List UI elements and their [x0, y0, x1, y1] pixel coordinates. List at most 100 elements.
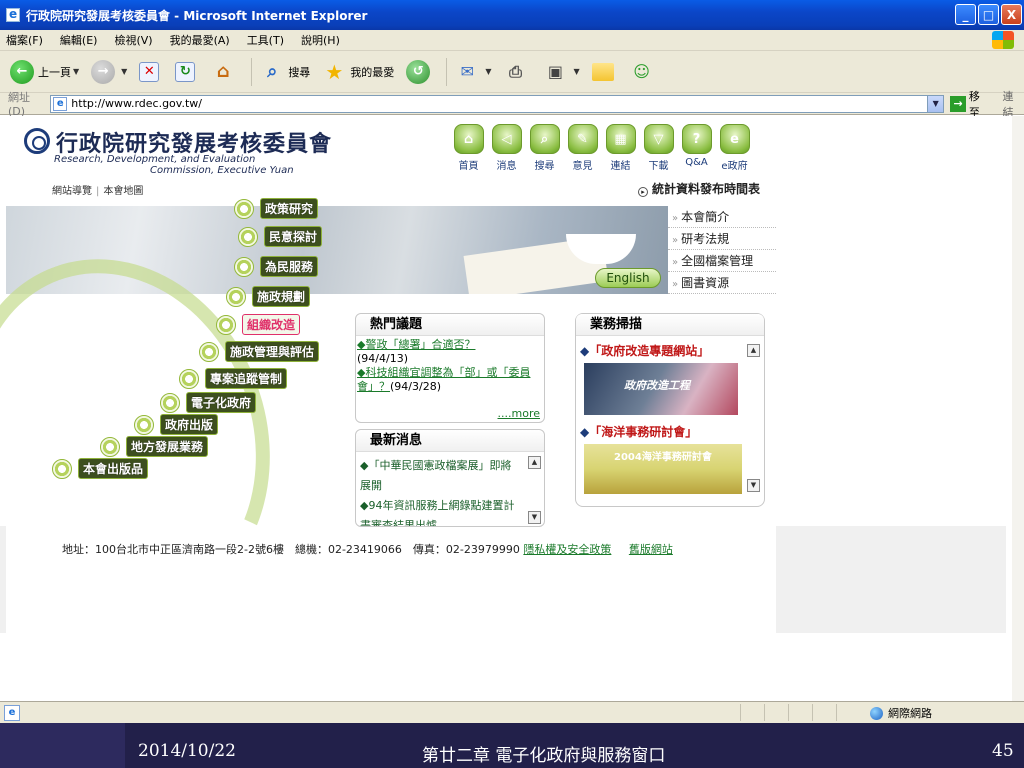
close-button[interactable]: X — [1001, 4, 1022, 25]
back-button[interactable]: ← 上一頁 ▼ — [10, 59, 79, 84]
right-link-regulations[interactable]: » 研考法規 — [668, 228, 776, 250]
menu-publications[interactable]: 政府出版 — [134, 414, 219, 435]
menu-org-reform[interactable]: 組織改造 — [216, 314, 301, 335]
nav-news[interactable]: ◁ 消息 — [490, 124, 523, 172]
business-item-2[interactable]: ◆「海洋事務研討會」 — [580, 423, 760, 440]
forward-button[interactable]: → ▼ — [91, 59, 127, 84]
right-link-archives[interactable]: » 全國檔案管理 — [668, 250, 776, 272]
menu-public-opinion[interactable]: 民意探討 — [238, 226, 323, 247]
menu-local-development[interactable]: 地方發展業務 — [100, 436, 209, 457]
play-circle-icon: ▸ — [637, 187, 648, 197]
diamond-icon: ◆ — [580, 344, 590, 358]
stats-schedule-link[interactable]: ▸ 統計資料發布時間表 — [637, 180, 760, 197]
nav-feedback[interactable]: ✎ 意見 — [566, 124, 599, 172]
forward-dropdown-icon[interactable]: ▼ — [121, 67, 127, 76]
menu-label: 電子化政府 — [186, 392, 257, 413]
scroll-down-icon[interactable]: ▼ — [747, 479, 760, 492]
print-button[interactable]: ⎙ — [503, 60, 531, 84]
hot-topics-title: 熱門議題 — [356, 314, 544, 336]
old-site-link[interactable]: 舊版網站 — [629, 543, 673, 556]
nav-qa[interactable]: ? Q&A — [680, 124, 713, 172]
back-label: 上一頁 — [38, 65, 71, 79]
menu-rdec-publications[interactable]: 本會出版品 — [52, 458, 149, 479]
business-item-1[interactable]: ◆「政府改造專題網站」 — [580, 342, 760, 359]
go-arrow-icon: → — [950, 95, 966, 112]
contact-info: 地址：100台北市中正區濟南路一段2-2號6樓 總機：02-23419066 傳… — [62, 543, 520, 556]
menu-view[interactable]: 檢視(V) — [114, 32, 152, 48]
slide-date: 2014/10/22 — [138, 741, 236, 761]
go-button[interactable]: → 移至 — [950, 88, 990, 120]
news-item[interactable]: ◆「中華民國憲政檔案展」即將展開 — [360, 456, 522, 496]
ring-icon — [52, 458, 72, 479]
hot-topic-link-1[interactable]: ◆警政「總署」合適否？ — [357, 338, 475, 351]
ring-icon — [226, 286, 246, 307]
address-url[interactable]: http://www.rdec.gov.tw/ — [71, 97, 202, 110]
address-input[interactable]: e http://www.rdec.gov.tw/ ▼ — [50, 94, 945, 113]
page-scrollbar[interactable] — [1012, 116, 1024, 701]
right-link-about[interactable]: » 本會簡介 — [668, 206, 776, 228]
nav-egov[interactable]: e e政府 — [718, 124, 751, 172]
menu-help[interactable]: 說明(H) — [301, 32, 340, 48]
maximize-button[interactable]: □ — [978, 4, 999, 25]
links-label[interactable]: 連結 — [1002, 88, 1024, 120]
messenger-button[interactable]: ☺ — [630, 60, 658, 84]
right-link-library[interactable]: » 圖書資源 — [668, 272, 776, 294]
nav-home[interactable]: ⌂ 首頁 — [452, 124, 485, 172]
edit-dropdown-icon[interactable]: ▼ — [573, 67, 579, 76]
rdec-logo-icon — [24, 128, 50, 154]
business-scrollbar[interactable]: ▲ ▼ — [747, 344, 760, 492]
ocean-affairs-banner[interactable]: 2004海洋事務研討會 — [584, 444, 742, 494]
favorites-label: 我的最愛 — [350, 65, 395, 79]
mail-button[interactable]: ✉ ▼ — [455, 60, 492, 84]
latest-news-body: ◆「中華民國憲政檔案展」即將展開 ◆94年資訊服務上網錄點建置計畫審查結果出爐 — [356, 452, 544, 526]
privacy-policy-link[interactable]: 隱私權及安全政策 — [523, 543, 611, 556]
news-item[interactable]: ◆94年資訊服務上網錄點建置計畫審查結果出爐 — [360, 496, 522, 526]
status-cells — [740, 704, 860, 721]
scroll-up-icon[interactable]: ▲ — [747, 344, 760, 357]
news-scrollbar[interactable]: ▲ ▼ — [528, 456, 541, 524]
edit-button[interactable]: ▣ ▼ — [543, 60, 580, 84]
right-links: » 本會簡介 » 研考法規 » 全國檔案管理 » 圖書資源 — [668, 206, 776, 294]
nav-download[interactable]: ▽ 下載 — [642, 124, 675, 172]
logo-subtitle-2: Commission, Executive Yuan — [150, 165, 294, 176]
menu-policy-research[interactable]: 政策研究 — [234, 198, 319, 219]
menu-favorites[interactable]: 我的最愛(A) — [170, 32, 230, 48]
mail-dropdown-icon[interactable]: ▼ — [485, 67, 491, 76]
slide-footer: 2014/10/22 第廿二章 電子化政府與服務窗口 45 — [0, 723, 1024, 768]
hot-topic-link-2[interactable]: ◆科技組織宜調整為「部」或「委員會」？ — [357, 366, 530, 393]
menu-project-tracking[interactable]: 專案追蹤管制 — [179, 368, 288, 389]
gov-reform-banner-text: 政府改造工程 — [624, 379, 690, 392]
messenger-icon: ☺ — [633, 62, 650, 81]
scroll-up-icon[interactable]: ▲ — [528, 456, 541, 469]
refresh-button[interactable]: ↻ — [175, 61, 199, 82]
gov-reform-banner[interactable]: 政府改造工程 — [584, 363, 738, 415]
hot-topics-more-link[interactable]: ....more — [498, 407, 540, 420]
nav-label: 搜尋 — [534, 161, 555, 172]
menu-planning[interactable]: 施政規劃 — [226, 286, 311, 307]
menu-edit[interactable]: 編輯(E) — [60, 32, 98, 48]
back-dropdown-icon[interactable]: ▼ — [73, 67, 79, 76]
address-dropdown-icon[interactable]: ▼ — [927, 95, 944, 112]
nav-links[interactable]: ▦ 連結 — [604, 124, 637, 172]
question-icon: ? — [681, 124, 712, 154]
menu-e-government[interactable]: 電子化政府 — [160, 392, 257, 413]
ring-icon — [100, 436, 120, 457]
status-cell — [740, 704, 764, 721]
nav-label: 消息 — [496, 161, 517, 172]
favorites-button[interactable]: ★ 我的最愛 — [322, 60, 394, 84]
menu-file[interactable]: 檔案(F) — [6, 32, 43, 48]
folder-button[interactable] — [591, 62, 618, 81]
history-button[interactable]: ↺ — [406, 59, 434, 84]
menu-label: 政府出版 — [160, 414, 219, 435]
nav-search[interactable]: ⌕ 搜尋 — [528, 124, 561, 172]
home-button[interactable]: ⌂ — [211, 60, 239, 84]
english-button[interactable]: English — [595, 268, 661, 288]
menu-tools[interactable]: 工具(T) — [247, 32, 284, 48]
scroll-down-icon[interactable]: ▼ — [528, 511, 541, 524]
menu-public-service[interactable]: 為民服務 — [234, 256, 319, 277]
stop-button[interactable]: ✕ — [139, 61, 163, 82]
star-icon: ★ — [325, 59, 344, 84]
menu-management-evaluation[interactable]: 施政管理與評估 — [199, 341, 320, 362]
minimize-button[interactable]: _ — [955, 4, 976, 25]
search-button[interactable]: ⌕ 搜尋 — [260, 60, 310, 84]
